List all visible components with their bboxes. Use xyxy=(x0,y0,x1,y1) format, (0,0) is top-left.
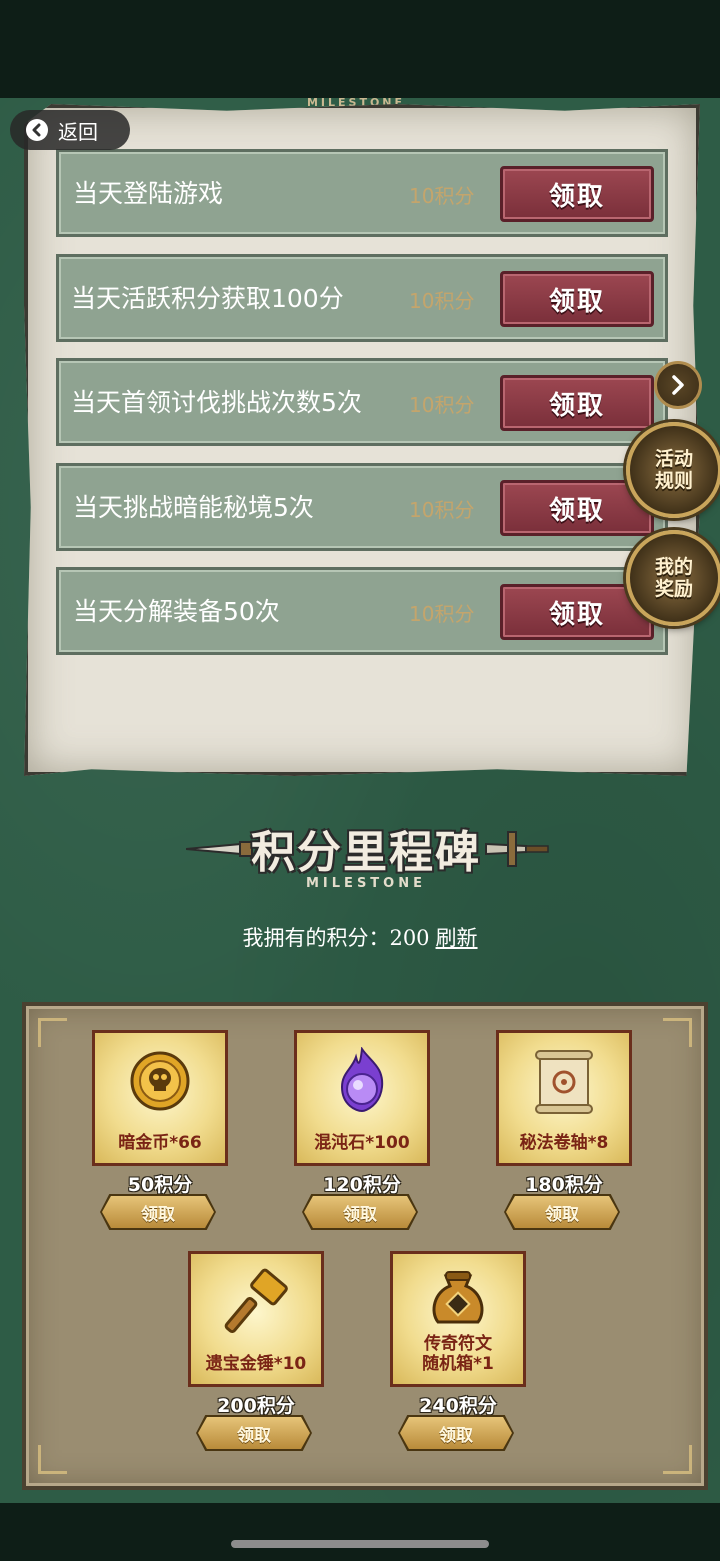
reward-name: 遗宝金锤*10 xyxy=(205,1354,307,1374)
my-rewards-label: 我的 奖励 xyxy=(654,556,693,600)
reward-name: 暗金币*66 xyxy=(118,1133,202,1153)
reward-card[interactable]: 传奇符文 随机箱*1 xyxy=(390,1251,526,1387)
reward-price: 120积分 xyxy=(323,1174,401,1196)
task-points: 10积分 xyxy=(409,498,475,522)
chevron-right-icon xyxy=(672,375,684,395)
corner-ornament xyxy=(663,1018,692,1047)
owned-points-line: 我拥有的积分：200 刷新 xyxy=(0,922,720,952)
reward-price: 240积分 xyxy=(419,1395,497,1417)
rune-bag-icon xyxy=(432,1271,484,1324)
task-points: 10积分 xyxy=(409,393,475,417)
milestone-title: 积分里程碑 xyxy=(251,827,481,878)
task-points: 10积分 xyxy=(409,602,475,626)
task-row: 当天分解装备50次 10积分 领取 xyxy=(56,567,668,655)
refresh-link[interactable]: 刷新 xyxy=(436,926,478,950)
my-rewards-button[interactable]: 我的 奖励 xyxy=(626,530,720,626)
reward-item: 暗金币*66 50积分 领取 xyxy=(92,1030,228,1240)
task-row: 当天挑战暗能秘境5次 10积分 领取 xyxy=(56,463,668,551)
reward-item: 秘法卷轴*8 180积分 领取 xyxy=(496,1030,632,1240)
claim-button[interactable]: 领取 xyxy=(198,1417,310,1449)
reward-name: 传奇符文 随机箱*1 xyxy=(422,1334,494,1374)
task-name: 当天挑战暗能秘境5次 xyxy=(73,493,314,522)
side-arrow-button[interactable] xyxy=(654,361,702,409)
milestone-banner: 积分里程碑 MILESTONE xyxy=(186,816,554,896)
reward-card[interactable]: 暗金币*66 xyxy=(92,1030,228,1166)
task-name: 当天登陆游戏 xyxy=(73,179,224,208)
corner-ornament xyxy=(38,1018,67,1047)
reward-item: 混沌石*100 120积分 领取 xyxy=(294,1030,430,1240)
back-button[interactable]: 返回 xyxy=(10,110,130,150)
task-row: 当天登陆游戏 10积分 领取 xyxy=(56,149,668,237)
reward-card[interactable]: 遗宝金锤*10 xyxy=(188,1251,324,1387)
status-bar-area xyxy=(0,0,720,98)
activity-rules-button[interactable]: 活动 规则 xyxy=(626,422,720,518)
reward-item: 遗宝金锤*10 200积分 领取 xyxy=(188,1251,324,1461)
owned-points-label: 我拥有的积分： xyxy=(242,926,390,950)
reward-price: 180积分 xyxy=(525,1174,603,1196)
claim-button[interactable]: 领取 xyxy=(400,1417,512,1449)
task-name: 当天活跃积分获取100分 xyxy=(71,284,344,313)
task-name: 当天分解装备50次 xyxy=(73,597,280,626)
reward-card[interactable]: 秘法卷轴*8 xyxy=(496,1030,632,1166)
claim-button[interactable]: 领取 xyxy=(304,1196,416,1228)
back-label: 返回 xyxy=(58,119,98,144)
task-points: 10积分 xyxy=(409,184,475,208)
purple-flame-orb-icon xyxy=(340,1047,384,1113)
skull-coin-icon xyxy=(130,1051,190,1111)
hammer-icon xyxy=(224,1268,288,1334)
reward-price: 50积分 xyxy=(127,1174,193,1196)
home-indicator[interactable] xyxy=(231,1540,489,1548)
reward-panel: 暗金币*66 50积分 领取 混沌石*100 120积分 领取 秘法卷轴*8 1… xyxy=(22,1002,708,1490)
claim-button[interactable]: 领取 xyxy=(500,271,654,327)
task-row: 当天活跃积分获取100分 10积分 领取 xyxy=(56,254,668,342)
milestone-subtitle: MILESTONE xyxy=(306,876,426,891)
corner-ornament xyxy=(38,1445,67,1474)
claim-button[interactable]: 领取 xyxy=(500,166,654,222)
owned-points-value: 200 xyxy=(389,926,430,950)
reward-name: 秘法卷轴*8 xyxy=(519,1133,609,1153)
task-points: 10积分 xyxy=(409,289,475,313)
navigation-bar-area xyxy=(0,1503,720,1561)
scroll-icon xyxy=(535,1050,593,1114)
corner-ornament xyxy=(663,1445,692,1474)
claim-button[interactable]: 领取 xyxy=(506,1196,618,1228)
task-row: 当天首领讨伐挑战次数5次 10积分 领取 xyxy=(56,358,668,446)
activity-rules-label: 活动 规则 xyxy=(654,448,693,492)
reward-item: 传奇符文 随机箱*1 240积分 领取 xyxy=(390,1251,526,1461)
reward-name: 混沌石*100 xyxy=(314,1133,410,1153)
reward-card[interactable]: 混沌石*100 xyxy=(294,1030,430,1166)
reward-price: 200积分 xyxy=(217,1395,295,1417)
task-name: 当天首领讨伐挑战次数5次 xyxy=(71,388,362,417)
claim-button[interactable]: 领取 xyxy=(102,1196,214,1228)
claim-button[interactable]: 领取 xyxy=(500,375,654,431)
chevron-left-icon xyxy=(26,119,48,141)
